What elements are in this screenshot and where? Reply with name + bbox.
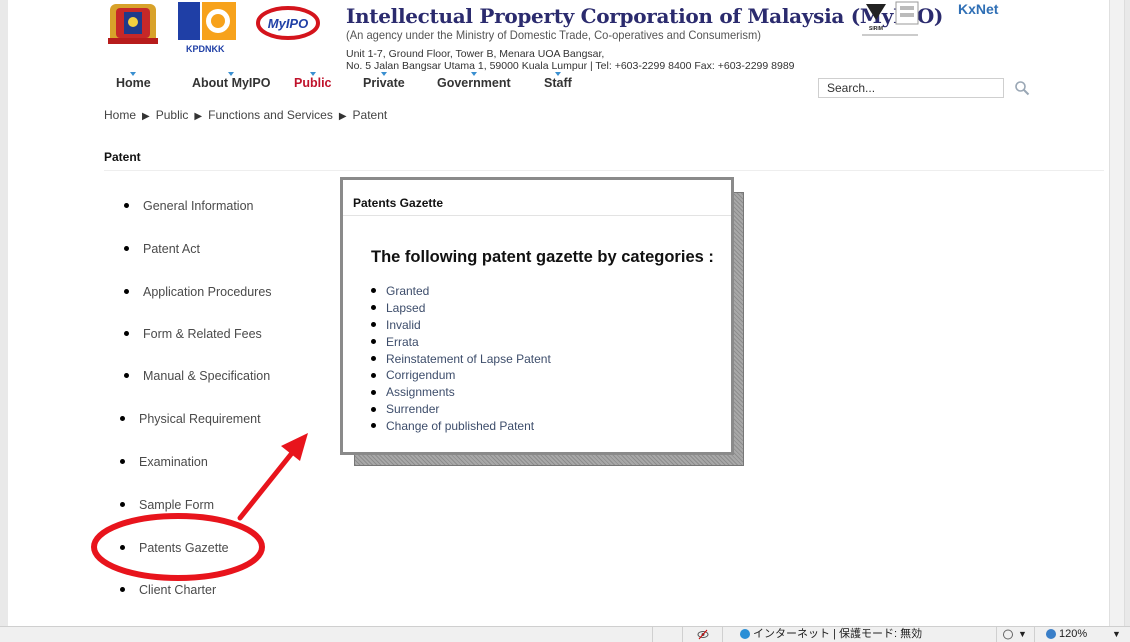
bullet-icon xyxy=(371,389,376,395)
chevron-down-icon[interactable]: ▼ xyxy=(1018,627,1027,642)
bullet-icon xyxy=(124,331,129,337)
svg-text:MyIPO: MyIPO xyxy=(268,16,308,31)
status-divider xyxy=(722,627,723,642)
bullet-icon xyxy=(120,416,125,422)
browser-page: KPDNKK MyIPO Intellectual Property Corpo… xyxy=(8,0,1125,626)
breadcrumb-arrow-icon: ▶ xyxy=(142,111,150,122)
nav-item-government[interactable]: Government xyxy=(437,72,511,90)
breadcrumb: Home ▶ Public ▶ Functions and Services ▶ Paten… xyxy=(104,108,387,122)
bullet-icon xyxy=(124,246,129,252)
status-divider xyxy=(652,627,653,642)
nav-item-staff[interactable]: Staff xyxy=(544,72,572,90)
side-menu-item-manual-and-specification[interactable]: Manual & Specification xyxy=(124,369,270,383)
svg-text:SIRIM: SIRIM xyxy=(869,26,883,32)
popup-title: Patents Gazette xyxy=(353,196,444,210)
bullet-icon xyxy=(371,305,376,311)
breadcrumb-patent: Patent xyxy=(352,108,388,122)
side-menu-item-sample-form[interactable]: Sample Form xyxy=(120,498,214,512)
gazette-category-list: Granted Lapsed Invalid Errata Reinstatem… xyxy=(371,284,551,436)
address-line-2: No. 5 Jalan Bangsar Utama 1, 59000 Kuala… xyxy=(346,60,795,72)
side-menu-item-application-procedures[interactable]: Application Procedures xyxy=(124,285,272,299)
nav-indicator-icon xyxy=(380,72,387,76)
bullet-icon xyxy=(371,406,376,412)
section-title: Patent xyxy=(104,150,141,164)
status-divider xyxy=(1034,627,1035,642)
zoom-icon xyxy=(1046,629,1056,640)
bullet-icon xyxy=(371,339,376,344)
search-input[interactable] xyxy=(818,78,1004,98)
svg-text:KPDNKK: KPDNKK xyxy=(186,44,225,54)
nav-item-private[interactable]: Private xyxy=(363,72,405,90)
vertical-scrollbar[interactable] xyxy=(1109,0,1124,626)
address-line-1: Unit 1-7, Ground Floor, Tower B, Menara … xyxy=(346,48,605,60)
bullet-icon xyxy=(124,203,129,209)
gazette-link-reinstatement[interactable]: Reinstatement of Lapse Patent xyxy=(371,352,551,369)
bullet-icon xyxy=(371,423,376,429)
section-divider xyxy=(104,170,1104,171)
nav-item-public[interactable]: Public xyxy=(294,72,332,90)
bullet-icon xyxy=(120,502,125,508)
side-menu-item-examination[interactable]: Examination xyxy=(120,455,208,469)
malaysia-crest-logo[interactable] xyxy=(104,0,162,48)
page-title: Intellectual Property Corporation of Mal… xyxy=(346,4,944,28)
nav-indicator-icon xyxy=(470,72,477,76)
breadcrumb-arrow-icon: ▶ xyxy=(194,111,203,122)
bullet-icon xyxy=(371,288,376,294)
nav-item-about-myipo[interactable]: About MyIPO xyxy=(192,72,270,90)
nav-indicator-icon xyxy=(228,72,235,76)
side-menu-item-form-and-related-fees[interactable]: Form & Related Fees xyxy=(124,327,262,341)
gazette-link-lapsed[interactable]: Lapsed xyxy=(371,301,551,318)
gazette-link-granted[interactable]: Granted xyxy=(371,284,551,301)
breadcrumb-arrow-icon: ▶ xyxy=(338,111,347,122)
breadcrumb-functions-and-services[interactable]: Functions and Services xyxy=(208,108,333,122)
popup-heading: The following patent gazette by categori… xyxy=(371,248,714,266)
gazette-link-surrender[interactable]: Surrender xyxy=(371,402,551,419)
breadcrumb-home[interactable]: Home xyxy=(104,108,136,122)
bullet-icon xyxy=(124,289,129,295)
status-divider xyxy=(996,627,997,642)
side-menu-item-physical-requirement[interactable]: Physical Requirement xyxy=(120,412,261,426)
breadcrumb-public[interactable]: Public xyxy=(156,108,189,122)
svg-text:KxNet: KxNet xyxy=(958,1,999,17)
side-menu-item-general-information[interactable]: General Information xyxy=(124,199,253,213)
bullet-icon xyxy=(371,322,376,328)
status-divider xyxy=(682,627,683,642)
bullet-icon xyxy=(124,373,129,379)
page-subtitle: (An agency under the Ministry of Domesti… xyxy=(346,28,761,42)
patents-gazette-popup: Patents Gazette The following patent gaz… xyxy=(340,177,734,455)
side-menu-item-client-charter[interactable]: Client Charter xyxy=(120,583,216,597)
side-menu-item-patents-gazette[interactable]: Patents Gazette xyxy=(120,541,229,555)
gazette-link-invalid[interactable]: Invalid xyxy=(371,318,551,335)
popup-blocker-icon[interactable] xyxy=(1002,629,1014,640)
nav-item-home[interactable]: Home xyxy=(116,72,151,90)
globe-icon xyxy=(740,629,750,640)
myipo-logo[interactable]: MyIPO xyxy=(256,6,320,40)
nav-indicator-icon xyxy=(130,72,137,76)
side-menu-item-patent-act[interactable]: Patent Act xyxy=(124,242,200,256)
gazette-link-errata[interactable]: Errata xyxy=(371,335,551,352)
bullet-icon xyxy=(371,355,376,361)
nav-indicator-icon xyxy=(554,72,561,76)
chevron-down-icon[interactable]: ▼ xyxy=(1112,627,1121,642)
bullet-icon xyxy=(120,587,125,593)
popup-divider xyxy=(343,215,731,216)
nav-indicator-icon xyxy=(309,72,316,76)
privacy-eye-icon[interactable] xyxy=(697,629,709,640)
knet-logo[interactable]: KxNet xyxy=(948,0,1018,18)
search-icon[interactable] xyxy=(1014,80,1030,96)
browser-status-bar: インターネット | 保護モード: 無効 ▼ 120% ▼ xyxy=(0,626,1130,642)
sirim-certification-logo: SIRIM xyxy=(862,1,919,36)
bullet-icon xyxy=(371,372,376,378)
gazette-link-assignments[interactable]: Assignments xyxy=(371,385,551,402)
security-zone[interactable]: インターネット | 保護モード: 無効 xyxy=(740,627,922,642)
gazette-link-corrigendum[interactable]: Corrigendum xyxy=(371,368,551,385)
gazette-link-change-of-published-patent[interactable]: Change of published Patent xyxy=(371,419,551,436)
kpdnkk-logo[interactable]: KPDNKK xyxy=(174,2,242,56)
bullet-icon xyxy=(120,459,125,465)
zoom-level-control[interactable]: 120% xyxy=(1046,627,1087,642)
bullet-icon xyxy=(120,545,125,551)
